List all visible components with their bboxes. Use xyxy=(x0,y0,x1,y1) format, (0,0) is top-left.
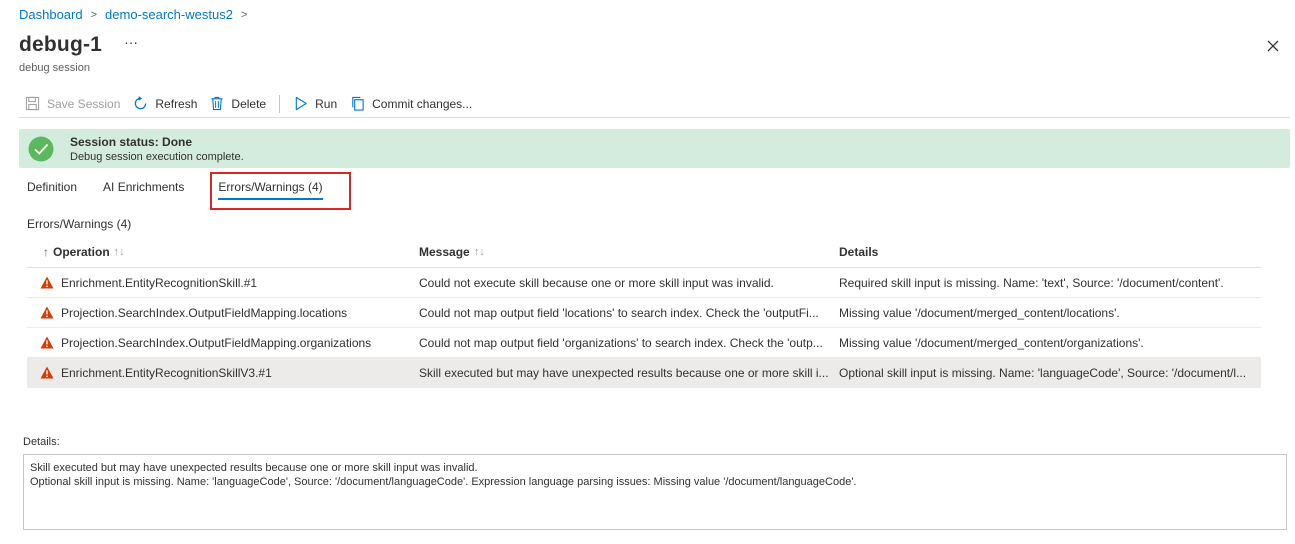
more-options-button[interactable]: ··· xyxy=(124,34,138,50)
details-label: Details: xyxy=(23,436,60,448)
column-header-details[interactable]: Details xyxy=(839,245,1261,259)
toolbar-divider xyxy=(279,94,281,113)
breadcrumb: Dashboard > demo-search-westus2 > xyxy=(19,7,255,22)
refresh-icon xyxy=(135,96,147,110)
row-details: Required skill input is missing. Name: '… xyxy=(839,275,1224,290)
breadcrumb-search-service-link[interactable]: demo-search-westus2 xyxy=(105,7,233,22)
table-row[interactable]: Enrichment.EntityRecognitionSkill.#1 Cou… xyxy=(27,268,1261,298)
table-header: ↑ Operation ↑↓ Message ↑↓ Details xyxy=(27,236,1261,268)
row-message: Could not execute skill because one or m… xyxy=(419,275,774,290)
play-icon xyxy=(295,96,307,111)
tab-ai-enrichments[interactable]: AI Enrichments xyxy=(95,172,192,204)
delete-button[interactable]: Delete xyxy=(204,93,273,115)
sort-icon: ↑↓ xyxy=(113,245,125,258)
table-row[interactable]: Projection.SearchIndex.OutputFieldMappin… xyxy=(27,328,1261,358)
warning-icon xyxy=(40,336,54,349)
highlight-annotation xyxy=(210,172,351,210)
refresh-button[interactable]: Refresh xyxy=(127,93,204,115)
sort-ascending-icon: ↑ xyxy=(43,244,49,259)
row-operation: Projection.SearchIndex.OutputFieldMappin… xyxy=(61,335,372,350)
column-header-operation[interactable]: ↑ Operation ↑↓ xyxy=(27,245,419,259)
errors-warnings-table: ↑ Operation ↑↓ Message ↑↓ Details Enrich… xyxy=(27,236,1261,388)
copy-icon xyxy=(352,96,364,111)
row-details: Optional skill input is missing. Name: '… xyxy=(839,365,1247,380)
errors-warnings-heading: Errors/Warnings (4) xyxy=(27,217,132,231)
success-check-icon xyxy=(28,136,54,161)
save-icon xyxy=(25,96,40,111)
save-session-button[interactable]: Save Session xyxy=(19,93,127,115)
table-row-selected[interactable]: Enrichment.EntityRecognitionSkillV3.#1 S… xyxy=(27,358,1261,388)
commit-changes-button[interactable]: Commit changes... xyxy=(344,93,479,115)
row-operation: Projection.SearchIndex.OutputFieldMappin… xyxy=(61,305,348,320)
session-status-banner: Session status: Done Debug session execu… xyxy=(19,129,1290,168)
run-button[interactable]: Run xyxy=(288,93,344,115)
tab-definition[interactable]: Definition xyxy=(19,172,85,204)
status-text: Session status: Done Debug session execu… xyxy=(70,135,244,163)
close-icon[interactable] xyxy=(1265,38,1281,54)
status-title: Session status: Done xyxy=(70,134,193,149)
sort-icon: ↑↓ xyxy=(473,245,485,258)
command-bar: Save Session Refresh Delete Run Commit c… xyxy=(19,90,1290,118)
warning-icon xyxy=(40,276,54,289)
title-row: debug-1 ··· xyxy=(19,33,138,57)
chevron-right-icon: > xyxy=(90,8,98,21)
row-details: Missing value '/document/merged_content/… xyxy=(839,335,1144,350)
chevron-right-icon: > xyxy=(240,8,248,21)
row-operation: Enrichment.EntityRecognitionSkillV3.#1 xyxy=(61,365,272,380)
commit-changes-label: Commit changes... xyxy=(372,96,473,111)
run-label: Run xyxy=(315,96,338,111)
page-title: debug-1 xyxy=(19,33,103,56)
details-text-area[interactable]: Skill executed but may have unexpected r… xyxy=(23,454,1287,530)
column-header-message[interactable]: Message ↑↓ xyxy=(419,245,839,259)
save-session-label: Save Session xyxy=(47,96,121,111)
row-operation: Enrichment.EntityRecognitionSkill.#1 xyxy=(61,275,258,290)
row-message: Skill executed but may have unexpected r… xyxy=(419,365,829,380)
page-subtitle: debug session xyxy=(19,62,90,74)
details-line: Skill executed but may have unexpected r… xyxy=(30,462,478,474)
row-details: Missing value '/document/merged_content/… xyxy=(839,305,1120,320)
trash-icon xyxy=(211,96,224,111)
warning-icon xyxy=(40,306,54,319)
warning-icon xyxy=(40,366,54,379)
table-row[interactable]: Projection.SearchIndex.OutputFieldMappin… xyxy=(27,298,1261,328)
status-description: Debug session execution complete. xyxy=(70,150,244,163)
row-message: Could not map output field 'organization… xyxy=(419,335,823,350)
row-message: Could not map output field 'locations' t… xyxy=(419,305,819,320)
breadcrumb-dashboard-link[interactable]: Dashboard xyxy=(19,7,83,22)
details-line: Optional skill input is missing. Name: '… xyxy=(30,476,857,488)
refresh-label: Refresh xyxy=(155,96,198,111)
delete-label: Delete xyxy=(231,96,267,111)
